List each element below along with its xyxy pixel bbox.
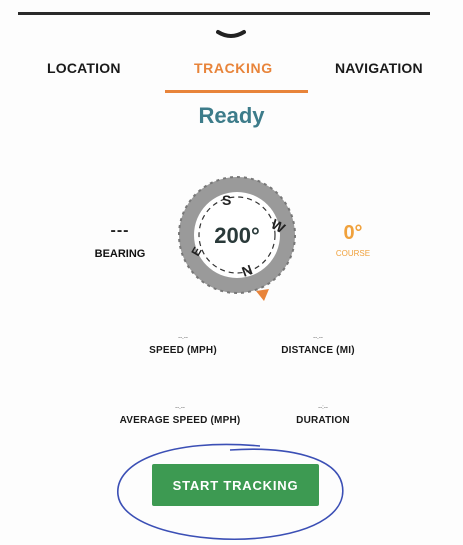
duration-label: DURATION <box>296 415 350 426</box>
course-value: 0° <box>343 222 363 244</box>
speed-label: SPEED (MPH) <box>149 345 217 356</box>
duration-value: --:-- <box>318 405 328 411</box>
compass-heading: 200° <box>214 223 260 248</box>
bearing-value: --- <box>110 222 130 239</box>
start-tracking-button[interactable]: START TRACKING <box>152 464 319 506</box>
distance-label: DISTANCE (MI) <box>281 345 355 356</box>
distance-stat: --.-- DISTANCE (MI) <box>258 335 378 356</box>
distance-value: --.-- <box>313 335 323 341</box>
compass-dial: S W E N 200° <box>178 176 296 301</box>
bearing-label: BEARING <box>94 248 146 260</box>
tab-navigation[interactable]: NAVIGATION <box>335 60 423 76</box>
tab-location[interactable]: LOCATION <box>47 60 121 76</box>
duration-stat: --:-- DURATION <box>268 405 378 426</box>
average-speed-value: --.-- <box>175 405 185 411</box>
drag-handle[interactable] <box>216 28 246 40</box>
average-speed-label: AVERAGE SPEED (MPH) <box>119 415 241 426</box>
tab-tracking[interactable]: TRACKING <box>194 60 273 76</box>
speed-stat: --.-- SPEED (MPH) <box>128 335 238 356</box>
course-label: COURSE <box>335 249 371 258</box>
compass-south-label: S <box>222 192 231 208</box>
course-readout: 0° COURSE <box>318 222 388 258</box>
bearing-readout: --- BEARING <box>80 222 160 260</box>
heading-pointer-icon <box>256 289 269 301</box>
tracking-status: Ready <box>198 103 265 128</box>
tab-bar: LOCATION TRACKING NAVIGATION <box>0 60 463 84</box>
average-speed-stat: --.-- AVERAGE SPEED (MPH) <box>100 405 260 426</box>
active-tab-indicator <box>165 90 308 93</box>
top-divider <box>18 12 430 15</box>
speed-value: --.-- <box>178 335 188 341</box>
